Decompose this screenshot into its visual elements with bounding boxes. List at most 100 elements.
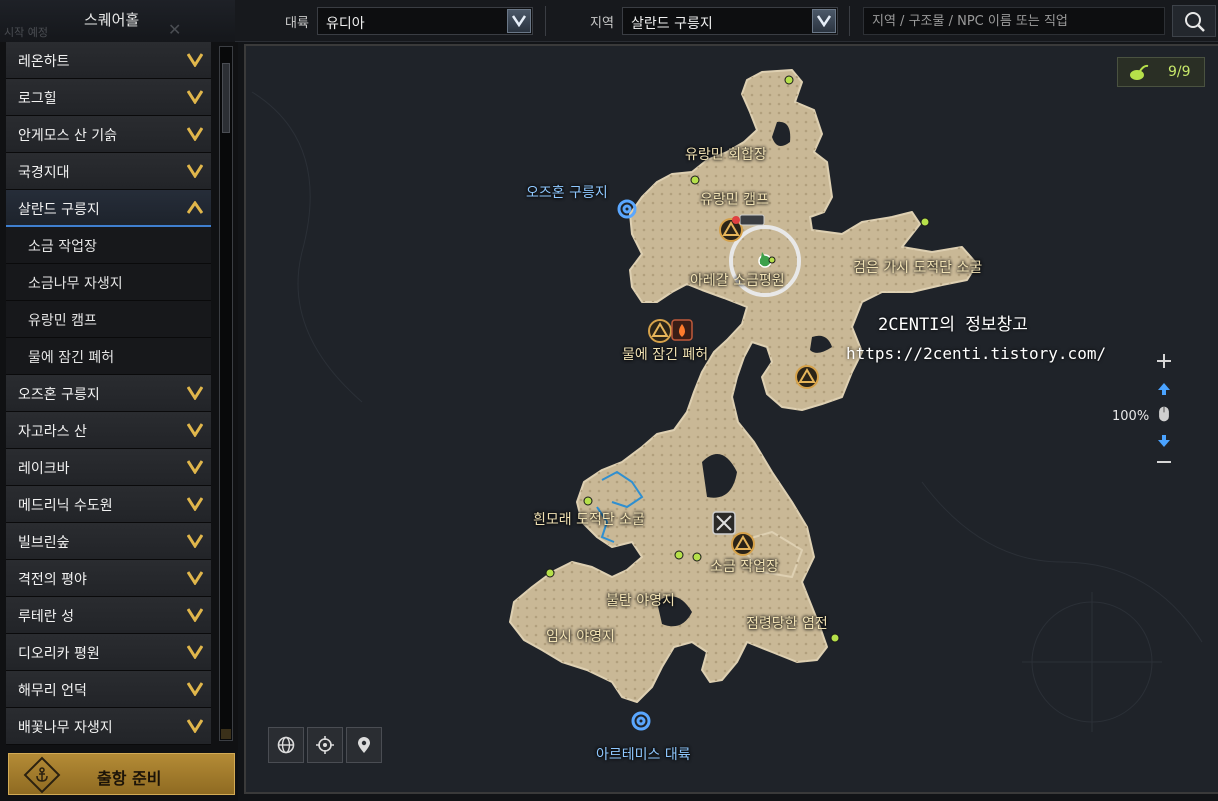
chevron-down-icon[interactable] xyxy=(812,9,836,33)
region-label: 로그힐 xyxy=(18,91,57,107)
map-label-white-sand: 흰모래 도적단 소굴 xyxy=(533,512,645,528)
crossed-swords-icon xyxy=(712,511,736,535)
chevron-up-icon xyxy=(187,201,203,214)
region-select[interactable]: 살란드 구릉지 xyxy=(622,7,838,35)
map-label-black-thorn: 검은 가시 도적단 소굴 xyxy=(853,260,983,276)
subregion-item[interactable]: 유랑민 캠프 xyxy=(6,301,211,338)
region-label: 해무리 언덕 xyxy=(18,683,87,699)
sidebar-scrollbar[interactable] xyxy=(219,46,233,741)
region-label: 자고라스 산 xyxy=(18,424,87,440)
subregion-label: 유랑민 캠프 xyxy=(28,313,97,329)
chevron-down-icon xyxy=(187,645,203,659)
chevron-down-icon xyxy=(187,497,203,511)
chevron-down-icon xyxy=(187,608,203,622)
region-label: 살란드 구릉지 xyxy=(18,202,100,218)
zoom-in-icon[interactable] xyxy=(1155,352,1173,370)
watermark-url: https://2centi.tistory.com/ xyxy=(846,344,1107,363)
globe-icon xyxy=(277,736,295,754)
region-item-medrinic[interactable]: 메드리닉 수도원 xyxy=(6,486,211,523)
region-item-diorika[interactable]: 디오리카 평원 xyxy=(6,634,211,671)
map-label-wanderer-camp: 유랑민 캠프 xyxy=(700,192,769,208)
subregion-item[interactable]: 소금 작업장 xyxy=(6,227,211,264)
locate-button[interactable] xyxy=(307,727,343,763)
chevron-down-icon xyxy=(187,682,203,696)
region-label: 빌브린숲 xyxy=(18,535,70,551)
region-item-lakebar[interactable]: 레이크바 xyxy=(6,449,211,486)
top-bar: 시작 예정 ✕ 스퀘어홀 대륙 유디아 지역 살란드 구릉지 xyxy=(0,0,1218,42)
map-label-artemis: 아르테미스 대륙 xyxy=(596,747,691,763)
chevron-down-icon[interactable] xyxy=(507,9,531,33)
region-item-pear-blossom[interactable]: 배꽃나무 자생지 xyxy=(6,708,211,745)
chevron-down-icon xyxy=(187,386,203,400)
region-item-bilbrin[interactable]: 빌브린숲 xyxy=(6,523,211,560)
chevron-down-icon xyxy=(187,719,203,733)
portal-icon xyxy=(631,711,651,731)
map-label-arethal: 아레갈 소금평원 xyxy=(690,273,785,289)
chevron-down-icon xyxy=(187,534,203,548)
anchor-icon xyxy=(23,756,61,794)
arrow-up-icon[interactable] xyxy=(1155,380,1173,398)
region-label: 레이크바 xyxy=(18,461,70,477)
subregion-item[interactable]: 소금나무 자생지 xyxy=(6,264,211,301)
scrollbar-thumb[interactable] xyxy=(222,63,230,133)
subregion-item[interactable]: 물에 잠긴 폐허 xyxy=(6,338,211,375)
zoom-out-icon[interactable] xyxy=(1155,453,1173,471)
depart-button[interactable]: 출항 준비 xyxy=(8,753,235,795)
search-input[interactable] xyxy=(863,7,1165,35)
chevron-down-icon xyxy=(187,164,203,178)
chevron-down-icon xyxy=(187,423,203,437)
arrow-down-icon[interactable] xyxy=(1155,432,1173,450)
watermark-title: 2CENTI의 정보창고 xyxy=(878,315,1028,335)
camp-marker-icon xyxy=(732,214,765,226)
map-view[interactable]: 유랑민 회합장 유랑민 캠프 오즈혼 구릉지 아레갈 소금평원 검은 가시 도적… xyxy=(244,44,1218,794)
landmass-texture xyxy=(510,70,977,702)
region-item-saland[interactable]: 살란드 구릉지 xyxy=(6,190,211,227)
subregion-label: 소금 작업장 xyxy=(28,239,97,255)
subregion-label: 물에 잠긴 폐허 xyxy=(28,350,115,366)
region-label: 레온하트 xyxy=(18,54,70,70)
region-item-leonhart[interactable]: 레온하트 xyxy=(6,42,211,79)
continent-select[interactable]: 유디아 xyxy=(317,7,533,35)
region-item-luterra[interactable]: 루테란 성 xyxy=(6,597,211,634)
region-item-zagoras[interactable]: 자고라스 산 xyxy=(6,412,211,449)
map-label-burnt-camp: 불탄 야영지 xyxy=(606,593,675,609)
collectible-count: 9/9 xyxy=(1168,64,1191,80)
pin-button[interactable] xyxy=(346,727,382,763)
search-icon xyxy=(1185,12,1205,32)
region-item-loghill[interactable]: 로그힐 xyxy=(6,79,211,116)
region-label: 국경지대 xyxy=(18,165,70,181)
region-label: 오즈혼 구릉지 xyxy=(18,387,100,403)
continent-value: 유디아 xyxy=(326,16,365,32)
seed-icon xyxy=(1130,64,1149,80)
region-label: 안게모스 산 기슭 xyxy=(18,128,118,144)
chevron-down-icon xyxy=(187,460,203,474)
zoom-level: 100% xyxy=(1112,409,1150,424)
square-hall-label: 스퀘어홀 xyxy=(84,11,140,29)
region-item-battlefield[interactable]: 격전의 평야 xyxy=(6,560,211,597)
chevron-down-icon xyxy=(187,90,203,104)
region-item-haemuri[interactable]: 해무리 언덕 xyxy=(6,671,211,708)
map-label-ozhorn: 오즈혼 구릉지 xyxy=(526,185,608,201)
dungeon-marker-icon xyxy=(795,365,819,389)
scroll-down-icon[interactable] xyxy=(221,729,231,739)
divider xyxy=(849,6,850,36)
map-pin-icon xyxy=(358,737,370,753)
region-item-ozhorn[interactable]: 오즈혼 구릉지 xyxy=(6,375,211,412)
map-label-occupied-salt: 점령당한 염전 xyxy=(746,616,828,632)
fire-icon xyxy=(671,319,693,341)
close-icon[interactable]: ✕ xyxy=(168,20,181,39)
map-label-salt-workshop: 소금 작업장 xyxy=(710,559,779,575)
region-item-anikka[interactable]: 안게모스 산 기슭 xyxy=(6,116,211,153)
subregion-label: 소금나무 자생지 xyxy=(28,276,123,292)
ghost-label: 시작 예정 xyxy=(4,26,48,39)
region-item-border[interactable]: 국경지대 xyxy=(6,153,211,190)
chevron-down-icon xyxy=(187,53,203,67)
world-map-button[interactable] xyxy=(268,727,304,763)
map-label-temp-camp: 임시 야영지 xyxy=(546,629,615,645)
region-label: 배꽃나무 자생지 xyxy=(18,720,113,736)
search-button[interactable] xyxy=(1172,5,1216,37)
region-label: 루테란 성 xyxy=(18,609,74,625)
region-label: 지역 xyxy=(590,16,614,31)
square-hall-tab[interactable]: 시작 예정 ✕ 스퀘어홀 xyxy=(0,0,235,42)
crosshair-icon xyxy=(316,736,334,754)
